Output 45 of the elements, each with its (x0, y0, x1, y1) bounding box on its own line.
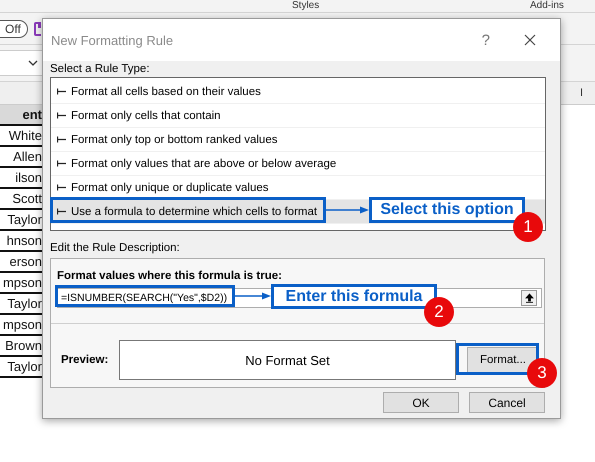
bullet-arrow-icon (57, 112, 66, 119)
table-cell-text: Taylor (7, 295, 42, 313)
table-cell-text: hnson (6, 232, 42, 250)
arrow (326, 206, 369, 214)
preview-box: No Format Set (119, 340, 456, 380)
help-button[interactable]: ? (482, 32, 490, 48)
bullet-arrow-icon (57, 160, 66, 167)
range-select-button[interactable] (521, 290, 537, 306)
table-cell-text: Brown (5, 337, 42, 355)
dialog-title: New Formatting Rule (51, 32, 174, 48)
ribbon-group-label: Styles (292, 0, 320, 11)
bullet-arrow-icon (57, 208, 66, 215)
rule-type-item[interactable]: Format only cells that contain (51, 104, 545, 128)
rule-type-item[interactable]: Format all cells based on their values (51, 80, 545, 104)
table-cell-text: Allen (13, 148, 42, 166)
table-cell-text: mpson (2, 316, 42, 334)
table-cell-text: ilson (15, 169, 42, 187)
table-cell-text: Taylor (7, 358, 42, 376)
table-header-cell-text: ent (22, 106, 42, 124)
bullet-arrow-icon (57, 88, 66, 95)
chevron-down-icon (28, 60, 38, 66)
table-cell-text: erson (9, 253, 42, 271)
bullet-arrow-icon (57, 184, 66, 191)
table-cell-text: White (8, 127, 42, 145)
upload-arrow-icon (524, 293, 534, 303)
ok-button[interactable]: OK (383, 392, 459, 413)
column-header[interactable]: I (580, 87, 583, 99)
toggle-switch[interactable]: Off (0, 20, 28, 38)
field-label: Format values where this formula is true: (57, 269, 282, 284)
cancel-button[interactable]: Cancel (469, 392, 545, 413)
preview-label: Preview: (60, 354, 110, 366)
name-box[interactable] (0, 50, 43, 76)
bullet-arrow-icon (57, 136, 66, 143)
table-cell-text: Scott (12, 190, 42, 208)
rule-type-item[interactable]: Format only top or bottom ranked values (51, 128, 545, 152)
table-cell-text: Taylor (7, 211, 42, 229)
callout-label: Select this option (369, 197, 525, 223)
save-icon[interactable] (34, 22, 41, 36)
rule-type-item[interactable]: Format only values that are above or below average (51, 152, 545, 176)
table-cell-text: mpson (2, 274, 42, 292)
section-label: Select a Rule Type: (50, 62, 150, 77)
close-icon[interactable] (524, 34, 536, 46)
section-label: Edit the Rule Description: (50, 241, 180, 256)
arrow (235, 292, 271, 300)
ribbon-group-label: Add-ins (530, 0, 564, 11)
